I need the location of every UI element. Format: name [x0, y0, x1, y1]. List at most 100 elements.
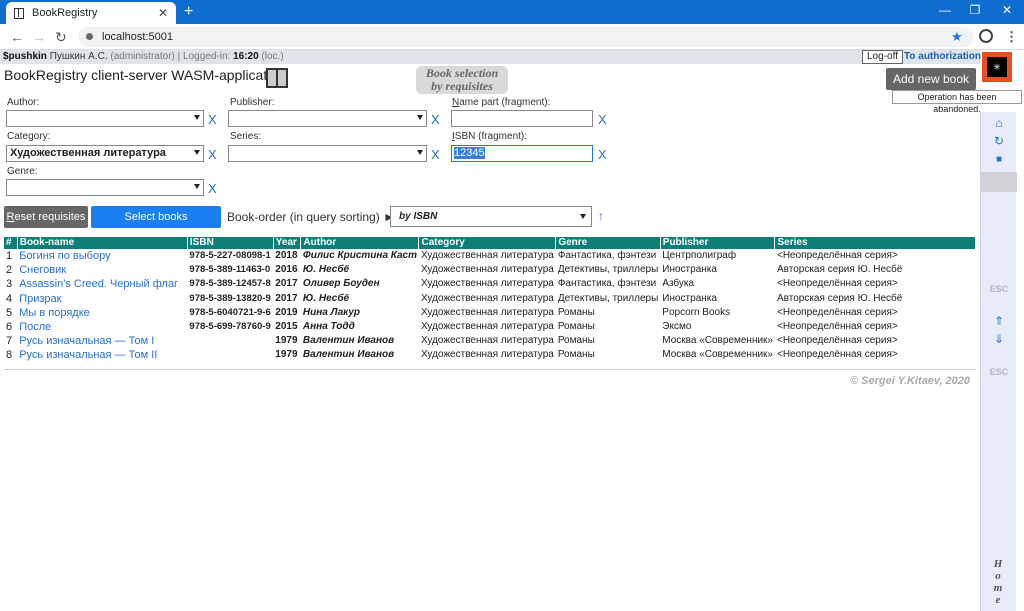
author-label: Author: [7, 97, 40, 108]
logged-in-label: | Logged-in: [177, 51, 231, 62]
logoff-button[interactable]: Log-off [862, 50, 903, 64]
col-series-cell: Авторская серия Ю. Несбё [776, 264, 903, 276]
arrow-down-icon[interactable]: ⇓ [981, 332, 1017, 346]
col-num-cell: 6 [6, 321, 13, 334]
col-category-cell: Художественная литература [420, 321, 554, 333]
url-field[interactable]: localhost:5001 [78, 27, 974, 47]
clear-category-button[interactable]: X [208, 148, 217, 161]
category-select[interactable]: Художественная литература [6, 145, 204, 162]
table-row[interactable]: 3 Assassin's Creed. Черный флаг 978-5-389-… [4, 277, 976, 291]
profile-icon[interactable] [979, 29, 993, 43]
home-icon[interactable]: ⌂ [981, 116, 1017, 130]
author-select[interactable] [6, 110, 204, 127]
series-label: Series: [230, 131, 262, 142]
col-isbn-header[interactable]: ISBN [187, 237, 274, 249]
table-row[interactable]: 7 Русь изначальная — Том I 1979 Валентин Ив… [4, 334, 976, 348]
col-category-header[interactable]: Category [418, 237, 557, 249]
col-genre-cell: Фантастика, фэнтези [557, 250, 657, 262]
isbn-input[interactable]: 12345 [451, 145, 593, 162]
side-separator [981, 172, 1017, 192]
col-category-cell: Художественная литература [420, 264, 554, 276]
add-new-book-button[interactable]: Add new book [886, 68, 976, 90]
genre-select[interactable] [6, 179, 204, 196]
bookmark-star-icon[interactable]: ★ [951, 29, 963, 45]
back-icon[interactable]: ← [10, 29, 24, 45]
esc-button[interactable]: ESC [981, 284, 1017, 294]
col-num-cell: 8 [6, 349, 13, 362]
col-category-cell: Художественная литература [420, 278, 554, 290]
sort-direction-icon[interactable]: ↑ [598, 209, 604, 223]
divider [4, 369, 976, 370]
reset-requisites-button[interactable]: Reset requisites [4, 206, 88, 228]
to-authorization-link[interactable]: To authorization [904, 50, 981, 64]
col-category-cell: Художественная литература [420, 292, 554, 304]
tab-close-icon[interactable]: ✕ [158, 6, 168, 20]
col-book-name-cell[interactable]: Богиня по выбору [17, 249, 187, 263]
col-author-cell: Филис Кристина Каст [302, 250, 417, 262]
asterisk-icon: ✳ [987, 57, 1007, 77]
col-book-name-cell[interactable]: Мы в порядке [17, 306, 187, 320]
user-name: Пушкин А.С. [49, 51, 108, 62]
col-author-cell: Ю. Несбё [302, 292, 350, 304]
publisher-select[interactable] [228, 110, 427, 127]
clear-genre-button[interactable]: X [208, 182, 217, 195]
info-icon[interactable] [86, 33, 93, 40]
col-book-name-cell[interactable]: Призрак [17, 292, 187, 306]
table-row[interactable]: 4 Призрак 978-5-389-13820-9 2017 Ю. Несбё Худ… [4, 292, 976, 306]
loc-label: (loc.) [261, 51, 284, 62]
name-part-input[interactable] [451, 110, 593, 127]
col-author-header[interactable]: Author [300, 237, 420, 249]
col-book-name-header[interactable]: Book-name [17, 237, 188, 249]
esc-button-2[interactable]: ESC [981, 367, 1017, 377]
col-genre-cell: Детективы, триллеры [557, 264, 659, 276]
arrow-up-icon[interactable]: ⇑ [981, 314, 1017, 328]
col-genre-header[interactable]: Genre [555, 237, 661, 249]
corner-action-button[interactable]: ✳ [982, 52, 1012, 82]
col-book-name-cell[interactable]: Снеговик [17, 263, 187, 277]
copyright: © Sergei Y.Kitaev, 2020 [850, 375, 971, 387]
clear-publisher-button[interactable]: X [431, 113, 440, 126]
table-row[interactable]: 2 Снеговик 978-5-389-11463-0 2016 Ю. Несбё Ху… [4, 263, 976, 277]
col-book-name-cell[interactable]: Русь изначальная — Том II [17, 348, 187, 362]
book-order-select[interactable]: by ISBN [390, 206, 592, 227]
col-series-header[interactable]: Series [774, 237, 976, 249]
col-publisher-cell: Popcorn Books [662, 306, 731, 318]
home-letter: H [993, 558, 1003, 570]
refresh-icon[interactable]: ↻ [981, 134, 1017, 148]
chevron-down-icon [194, 150, 200, 155]
col-year-header[interactable]: Year [273, 237, 302, 249]
clear-name-part-button[interactable]: X [598, 113, 607, 126]
books-table: # Book-name ISBN Year Author Category Genre Pub… [4, 237, 976, 363]
col-category-cell: Художественная литература [420, 335, 554, 347]
home-vertical-link[interactable]: Home [991, 558, 1005, 606]
table-row[interactable]: 8 Русь изначальная — Том II 1979 Валентин И… [4, 348, 976, 362]
table-row[interactable]: 5 Мы в порядке 978-5-6040721-9-6 2019 Нина Л… [4, 306, 976, 320]
clear-author-button[interactable]: X [208, 113, 217, 126]
clear-isbn-button[interactable]: X [598, 148, 607, 161]
series-select[interactable] [228, 145, 427, 162]
stop-icon[interactable]: ■ [981, 154, 1017, 165]
col-isbn-cell: 978-5-389-12457-8 [189, 278, 271, 290]
col-num-header[interactable]: # [4, 237, 18, 249]
minimize-button[interactable]: — [930, 3, 960, 17]
col-isbn-cell: 978-5-699-78760-9 [189, 321, 271, 333]
browser-tab[interactable]: BookRegistry ✕ [6, 2, 176, 24]
col-category-cell: Художественная литература [420, 349, 554, 361]
col-book-name-cell[interactable]: Русь изначальная — Том I [17, 334, 187, 348]
col-num-cell: 5 [6, 306, 13, 319]
close-window-button[interactable]: ✕ [992, 3, 1022, 17]
reload-icon[interactable]: ↻ [55, 29, 67, 46]
browser-menu-icon[interactable]: ⋮ [1005, 29, 1018, 45]
maximize-button[interactable]: ❐ [960, 3, 990, 17]
col-year-cell: 2018 [275, 250, 298, 262]
table-row[interactable]: 6 После 978-5-699-78760-9 2015 Анна Тодд Худо… [4, 320, 976, 334]
col-book-name-cell[interactable]: После [17, 320, 187, 334]
new-tab-button[interactable]: + [184, 3, 193, 21]
table-row[interactable]: 1 Богиня по выбору 978-5-227-08098-1 2018 Фи… [4, 249, 976, 263]
select-books-button[interactable]: Select books [91, 206, 221, 228]
clear-series-button[interactable]: X [431, 148, 440, 161]
col-publisher-header[interactable]: Publisher [660, 237, 776, 249]
forward-icon[interactable]: → [32, 29, 46, 45]
col-num-cell: 7 [6, 335, 13, 348]
col-book-name-cell[interactable]: Assassin's Creed. Черный флаг [17, 277, 187, 291]
